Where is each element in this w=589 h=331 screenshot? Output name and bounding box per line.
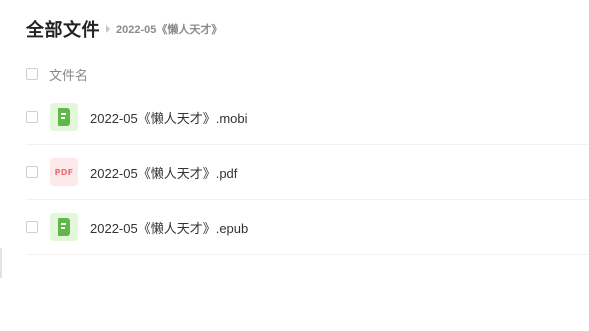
file-list-header: 文件名 (26, 64, 88, 84)
pdf-icon: PDF (50, 158, 78, 186)
breadcrumb: 全部文件 2022-05《懒人天才》 (26, 14, 222, 44)
pdf-icon-label: PDF (54, 167, 74, 177)
file-checkbox[interactable] (26, 221, 38, 233)
book-icon (50, 213, 78, 241)
file-row[interactable]: 2022-05《懒人天才》.mobi (26, 90, 589, 145)
breadcrumb-root-all-files[interactable]: 全部文件 (26, 16, 100, 42)
file-checkbox[interactable] (26, 166, 38, 178)
book-glyph-icon (58, 218, 70, 236)
book-glyph-icon (58, 108, 70, 126)
file-name[interactable]: 2022-05《懒人天才》.mobi (90, 108, 248, 127)
column-header-filename[interactable]: 文件名 (49, 65, 88, 84)
breadcrumb-arrow-icon (106, 25, 110, 33)
file-row[interactable]: PDF 2022-05《懒人天才》.pdf (26, 145, 589, 200)
book-icon (50, 103, 78, 131)
file-name[interactable]: 2022-05《懒人天才》.pdf (90, 163, 237, 182)
breadcrumb-current-folder: 2022-05《懒人天才》 (116, 24, 223, 36)
file-list: 2022-05《懒人天才》.mobi PDF 2022-05《懒人天才》.pdf… (26, 90, 589, 255)
file-name[interactable]: 2022-05《懒人天才》.epub (90, 218, 248, 237)
select-all-checkbox[interactable] (26, 68, 38, 80)
file-checkbox[interactable] (26, 111, 38, 123)
file-row[interactable]: 2022-05《懒人天才》.epub (26, 200, 589, 255)
window-edge-divider (0, 248, 2, 278)
